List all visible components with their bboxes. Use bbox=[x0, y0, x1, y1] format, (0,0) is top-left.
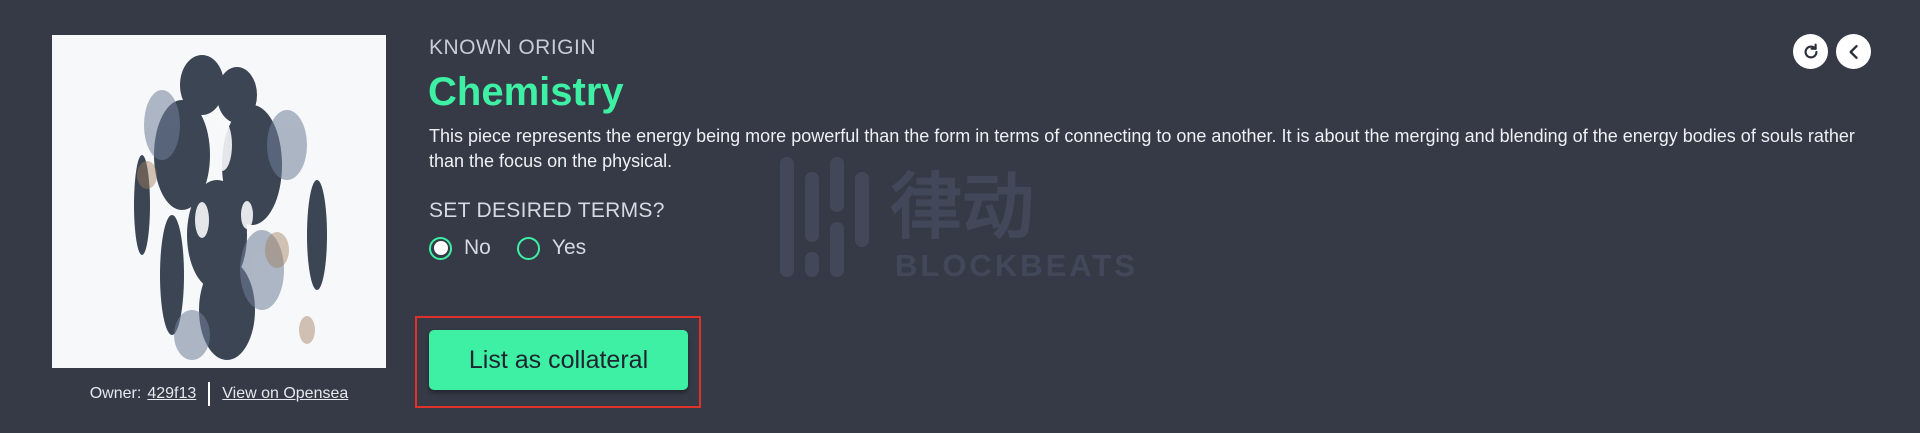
set-terms-label: SET DESIRED TERMS? bbox=[429, 199, 665, 222]
divider bbox=[208, 382, 211, 406]
owner-address-link[interactable]: 429f13 bbox=[147, 385, 196, 403]
radio-dot bbox=[433, 241, 448, 255]
refresh-icon bbox=[1804, 43, 1817, 58]
chevron-left-icon bbox=[1849, 44, 1858, 59]
nft-detail-panel: Owner: 429f13 View on Opensea KNOWN ORIG… bbox=[0, 0, 1920, 433]
radio-circle-unselected[interactable] bbox=[516, 236, 540, 260]
terms-radio-group: No Yes bbox=[429, 236, 612, 260]
owner-label: Owner: bbox=[89, 385, 142, 402]
list-as-collateral-button[interactable]: List as collateral bbox=[429, 330, 688, 390]
artwork-image bbox=[52, 35, 386, 368]
watermark-text: BLOCKBEATS bbox=[895, 248, 1138, 283]
artwork-title: Chemistry bbox=[428, 70, 624, 114]
owner-row: Owner: 429f13 View on Opensea bbox=[52, 382, 386, 406]
refresh-button[interactable] bbox=[1793, 34, 1828, 69]
radio-label-yes: Yes bbox=[551, 236, 587, 259]
artwork-description: This piece represents the energy being m… bbox=[429, 126, 1855, 171]
collection-name: KNOWN ORIGIN bbox=[429, 36, 596, 59]
view-on-opensea-link[interactable]: View on Opensea bbox=[222, 385, 348, 403]
terms-radio-yes[interactable]: Yes bbox=[516, 236, 587, 260]
back-button[interactable] bbox=[1836, 34, 1871, 69]
radio-circle-selected[interactable] bbox=[429, 236, 452, 260]
radio-label-no: No bbox=[464, 236, 491, 259]
watermark-logo-text: 律动 bbox=[890, 165, 1034, 249]
terms-radio-no[interactable]: No bbox=[429, 236, 491, 260]
